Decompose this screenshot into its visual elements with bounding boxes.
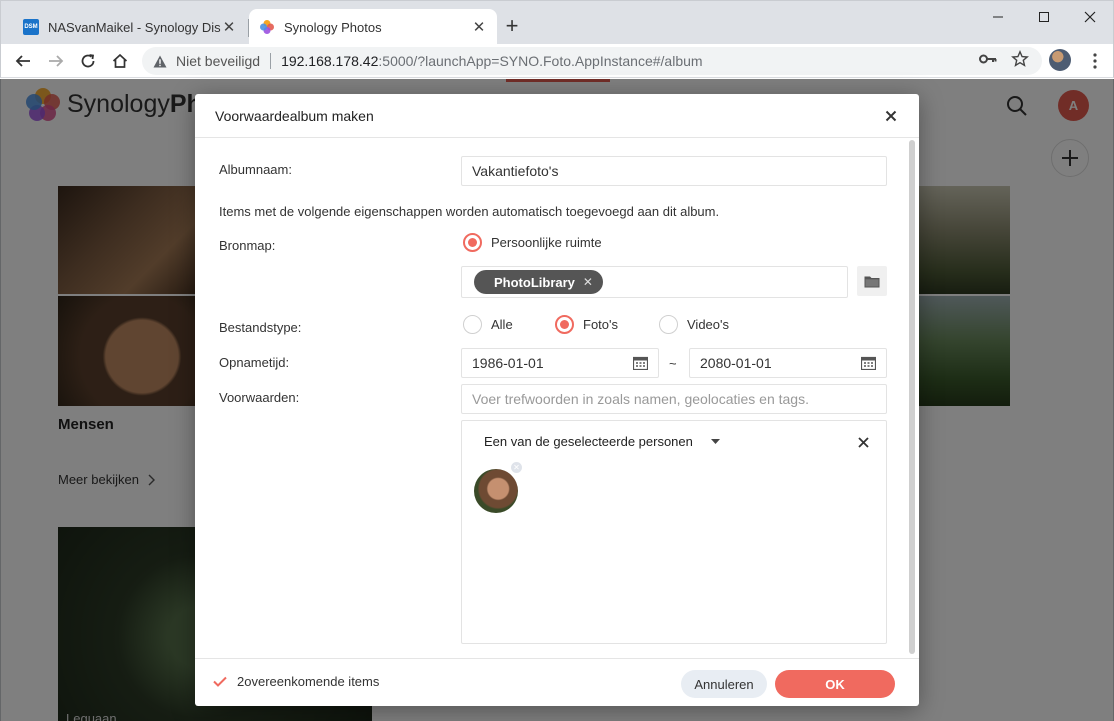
calendar-icon[interactable] xyxy=(633,356,648,370)
security-label[interactable]: Niet beveiligd xyxy=(176,53,260,69)
dsm-favicon-icon: DSM xyxy=(23,19,39,35)
new-tab-button[interactable]: + xyxy=(501,15,523,37)
dialog-scrollbar[interactable] xyxy=(909,140,915,654)
browser-toolbar: Niet beveiligd 192.168.178.42:5000/?laun… xyxy=(0,44,1114,78)
conditions-input[interactable]: Voer trefwoorden in zoals namen, geoloca… xyxy=(461,384,887,414)
match-status-text: 2overeenkomende items xyxy=(237,674,380,689)
radio-filetype-videos[interactable]: Video's xyxy=(659,315,729,334)
chevron-down-icon xyxy=(710,439,720,444)
forward-icon[interactable] xyxy=(44,49,68,73)
dialog-title: Voorwaardealbum maken xyxy=(215,108,374,124)
tab-title: Synology Photos xyxy=(284,19,382,35)
calendar-icon[interactable] xyxy=(861,356,876,370)
dialog-header: Voorwaardealbum maken xyxy=(195,94,919,138)
album-name-input[interactable]: Vakantiefoto's xyxy=(461,156,887,186)
tab-synology-photos[interactable]: Synology Photos ✕ xyxy=(249,9,497,45)
maximize-icon[interactable] xyxy=(1021,5,1067,29)
remove-condition-icon[interactable] xyxy=(855,434,871,450)
folder-chip[interactable]: PhotoLibrary ✕ xyxy=(474,270,603,294)
filetype-label: Bestandstype: xyxy=(219,320,302,335)
radio-filetype-all[interactable]: Alle xyxy=(463,315,513,334)
date-separator: ~ xyxy=(669,356,677,371)
remove-person-icon[interactable]: ✕ xyxy=(510,461,523,474)
time-label: Opnametijd: xyxy=(219,355,290,370)
date-to-input[interactable]: 2080-01-01 xyxy=(689,348,887,378)
checkmark-icon xyxy=(213,676,227,687)
radio-unselected-icon xyxy=(659,315,678,334)
folder-icon xyxy=(864,276,880,287)
home-icon[interactable] xyxy=(108,49,132,73)
radio-filetype-photos[interactable]: Foto's xyxy=(555,315,618,334)
cancel-button[interactable]: Annuleren xyxy=(681,670,767,698)
key-icon[interactable] xyxy=(979,50,997,68)
tab-dsm[interactable]: DSM NASvanMaikel - Synology DiskSt ✕ xyxy=(13,9,247,45)
reload-icon[interactable] xyxy=(76,49,100,73)
condition-type-dropdown[interactable]: Een van de geselecteerde personen xyxy=(484,434,720,449)
create-condition-album-dialog: Voorwaardealbum maken Albumnaam: Vakanti… xyxy=(195,94,919,706)
profile-avatar[interactable] xyxy=(1049,49,1071,71)
conditions-label: Voorwaarden: xyxy=(219,390,300,405)
person-avatar[interactable] xyxy=(474,469,518,513)
info-text: Items met de volgende eigenschappen word… xyxy=(219,204,720,219)
back-icon[interactable] xyxy=(11,49,35,73)
window-close-icon[interactable] xyxy=(1067,5,1113,29)
browse-folder-button[interactable] xyxy=(857,266,887,296)
warning-icon[interactable] xyxy=(152,53,168,69)
omnibox-divider xyxy=(270,53,272,69)
date-from-value: 1986-01-01 xyxy=(472,355,544,371)
folder-selector[interactable]: PhotoLibrary ✕ xyxy=(461,266,848,298)
radio-label: Alle xyxy=(491,317,513,332)
star-icon[interactable] xyxy=(1011,50,1029,68)
dialog-footer: 2overeenkomende items Annuleren OK xyxy=(195,658,919,706)
radio-selected-icon xyxy=(555,315,574,334)
close-icon[interactable] xyxy=(881,106,901,126)
folder-chip-label: PhotoLibrary xyxy=(494,274,575,290)
radio-unselected-icon xyxy=(463,315,482,334)
synology-photos-favicon-icon xyxy=(259,19,275,35)
remove-chip-icon[interactable]: ✕ xyxy=(583,275,593,289)
tab-close-icon[interactable]: ✕ xyxy=(221,18,237,36)
date-to-value: 2080-01-01 xyxy=(700,355,772,371)
address-bar[interactable]: Niet beveiligd 192.168.178.42:5000/?laun… xyxy=(142,47,1042,75)
menu-kebab-icon[interactable] xyxy=(1085,49,1105,73)
tab-close-icon[interactable]: ✕ xyxy=(471,18,487,36)
match-status: 2overeenkomende items xyxy=(213,674,379,689)
date-from-input[interactable]: 1986-01-01 xyxy=(461,348,659,378)
condition-box: Een van de geselecteerde personen ✕ xyxy=(461,420,887,644)
radio-label: Foto's xyxy=(583,317,618,332)
album-name-label: Albumnaam: xyxy=(219,162,292,177)
radio-personal-space[interactable]: Persoonlijke ruimte xyxy=(463,233,602,252)
url-path: :5000/?launchApp=SYNO.Foto.AppInstance#/… xyxy=(378,53,703,69)
ok-button[interactable]: OK xyxy=(775,670,895,698)
minimize-icon[interactable] xyxy=(975,5,1021,29)
source-label: Bronmap: xyxy=(219,238,276,253)
browser-tabstrip: DSM NASvanMaikel - Synology DiskSt ✕ Syn… xyxy=(0,0,1114,45)
condition-type-label: Een van de geselecteerde personen xyxy=(484,434,693,449)
url-host: 192.168.178.42 xyxy=(281,53,379,69)
tab-title: NASvanMaikel - Synology DiskSt xyxy=(48,19,221,35)
radio-label: Persoonlijke ruimte xyxy=(491,235,602,250)
radio-label: Video's xyxy=(687,317,729,332)
radio-selected-icon xyxy=(463,233,482,252)
